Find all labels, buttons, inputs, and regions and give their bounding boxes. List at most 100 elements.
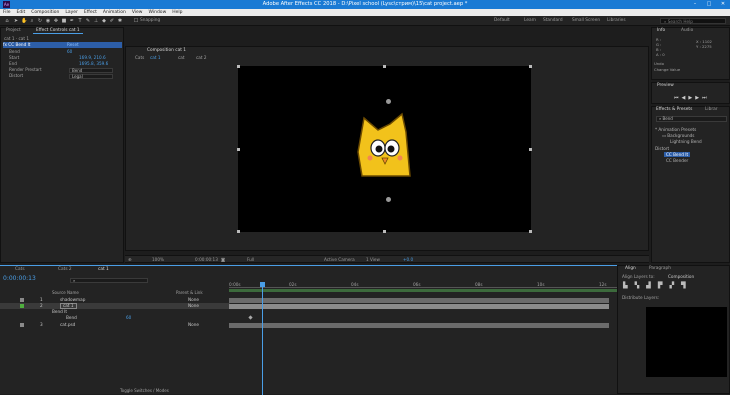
tab-timeline-cats-2[interactable]: Cats 2 xyxy=(55,267,75,273)
bend-end-point[interactable] xyxy=(386,197,391,202)
home-icon[interactable]: ⌂ xyxy=(4,18,10,24)
tree-cc-bender[interactable]: CC Bender xyxy=(666,158,688,163)
resolution-select[interactable]: Full xyxy=(247,257,254,263)
align-to-select[interactable]: Composition xyxy=(668,274,694,280)
search-help-input[interactable]: ⌕ Search Help xyxy=(660,18,726,24)
effects-search-input[interactable]: ⌕ Bend xyxy=(656,116,727,122)
layer-parent[interactable]: None xyxy=(188,322,199,328)
tab-audio[interactable]: Audio xyxy=(678,28,696,34)
tab-info[interactable]: Info xyxy=(654,28,668,34)
layer-bar-2[interactable] xyxy=(229,304,609,309)
menu-animation[interactable]: Animation xyxy=(100,9,129,16)
close-icon[interactable]: ✕ xyxy=(716,0,730,9)
align-bottom-icon[interactable]: ▜ xyxy=(681,282,693,289)
type-tool-icon[interactable]: T xyxy=(77,18,83,24)
menu-effect[interactable]: Effect xyxy=(81,9,100,16)
menu-help[interactable]: Help xyxy=(169,9,185,16)
prop-value[interactable]: 60 xyxy=(126,315,131,321)
align-left-icon[interactable]: ▙ xyxy=(623,282,635,289)
menu-window[interactable]: Window xyxy=(146,9,170,16)
work-area-bar[interactable] xyxy=(229,289,617,292)
align-middle-icon[interactable]: ▞ xyxy=(670,282,682,289)
maximize-icon[interactable]: □ xyxy=(702,0,716,9)
transform-handle[interactable] xyxy=(237,230,240,233)
eraser-tool-icon[interactable]: ◆ xyxy=(101,18,107,24)
magnifier-icon[interactable]: ⊕ xyxy=(128,257,132,263)
last-frame-icon[interactable]: ⏭ xyxy=(702,95,710,101)
cat-character[interactable] xyxy=(356,112,416,182)
layer-bar-1[interactable] xyxy=(229,298,609,303)
distort-select[interactable]: Legal xyxy=(69,74,113,79)
transform-handle[interactable] xyxy=(529,148,532,151)
snapping-checkbox-icon[interactable]: ☐ xyxy=(133,18,139,24)
workspace-default[interactable]: Default xyxy=(494,18,510,23)
tab-timeline-cats[interactable]: Cats xyxy=(12,267,28,273)
menu-composition[interactable]: Composition xyxy=(28,9,62,16)
transform-handle[interactable] xyxy=(529,230,532,233)
menu-view[interactable]: View xyxy=(129,9,146,16)
tab-paragraph[interactable]: Paragraph xyxy=(646,266,674,272)
tab-project[interactable]: Project xyxy=(3,28,24,34)
align-top-icon[interactable]: ▛ xyxy=(658,282,670,289)
tab-effects-presets[interactable]: Effects & Presets xyxy=(653,107,695,113)
first-frame-icon[interactable]: ⏮ xyxy=(674,95,682,101)
breadcrumb-cats[interactable]: Cats xyxy=(135,55,144,61)
align-center-icon[interactable]: ▚ xyxy=(635,282,647,289)
puppet-tool-icon[interactable]: ✱ xyxy=(117,18,123,24)
transform-handle[interactable] xyxy=(383,230,386,233)
breadcrumb-cat[interactable]: cat xyxy=(178,55,185,61)
transform-handle[interactable] xyxy=(383,65,386,68)
render-prestart-select[interactable]: Bend xyxy=(69,68,113,73)
minimize-icon[interactable]: – xyxy=(688,0,702,9)
tab-libraries[interactable]: Librar xyxy=(702,107,720,113)
tab-composition[interactable]: Composition cat 1 xyxy=(144,48,189,54)
workspace-small-screen[interactable]: Small Screen xyxy=(572,18,600,23)
tab-effect-controls[interactable]: Effect Controls cat 1 xyxy=(33,28,83,34)
tree-cc-bend-it[interactable]: CC Bend It xyxy=(664,152,691,157)
menu-layer[interactable]: Layer xyxy=(62,9,81,16)
time-ruler[interactable]: 0:00s 02s 04s 06s 08s 10s 12s xyxy=(229,282,617,288)
transform-handle[interactable] xyxy=(237,65,240,68)
menu-edit[interactable]: Edit xyxy=(14,9,29,16)
timeline-timecode[interactable]: 0:00:00:13 xyxy=(3,276,36,282)
camera-tool-icon[interactable]: ◉ xyxy=(45,18,51,24)
tab-timeline-cat-1[interactable]: cat 1 xyxy=(95,267,112,273)
brush-tool-icon[interactable]: ✎ xyxy=(85,18,91,24)
exposure-value[interactable]: +0.0 xyxy=(403,257,413,263)
tree-backgrounds[interactable]: ▭ Backgrounds xyxy=(662,133,694,138)
selection-tool-icon[interactable]: ➤ xyxy=(13,18,19,24)
zoom-select[interactable]: 100% xyxy=(152,257,164,263)
breadcrumb-cat-2[interactable]: cat 2 xyxy=(196,55,207,61)
menu-file[interactable]: File xyxy=(0,9,14,16)
zoom-tool-icon[interactable]: ⌕ xyxy=(29,18,35,24)
transform-handle[interactable] xyxy=(529,65,532,68)
tree-animation-presets[interactable]: * Animation Presets xyxy=(655,127,696,132)
clone-stamp-tool-icon[interactable]: ⊥ xyxy=(93,18,99,24)
workspace-learn[interactable]: Learn xyxy=(524,18,536,23)
layer-prop-row[interactable]: Bend 60 xyxy=(0,315,230,321)
hand-tool-icon[interactable]: ✋ xyxy=(21,18,27,24)
keyframe-icon[interactable] xyxy=(248,315,253,320)
snapshot-icon[interactable]: ◙ xyxy=(221,257,225,263)
rotate-tool-icon[interactable]: ↻ xyxy=(37,18,43,24)
pen-tool-icon[interactable]: ✒ xyxy=(69,18,75,24)
timecode-display[interactable]: 0:00:00:13 xyxy=(195,257,218,263)
tab-align[interactable]: Align xyxy=(622,266,639,272)
prop-bend-value[interactable]: 60 xyxy=(67,49,72,55)
prop-end-value[interactable]: 1695.8, 359.6 xyxy=(79,61,108,67)
roto-brush-tool-icon[interactable]: ✐ xyxy=(109,18,115,24)
playhead-handle[interactable] xyxy=(260,282,265,287)
workspace-libraries[interactable]: Libraries xyxy=(607,18,626,23)
camera-select[interactable]: Active Camera xyxy=(324,257,355,263)
bend-start-point[interactable] xyxy=(386,99,391,104)
views-select[interactable]: 1 View xyxy=(366,257,380,263)
layer-bar-3[interactable] xyxy=(229,323,609,328)
rectangle-tool-icon[interactable]: ■ xyxy=(61,18,67,24)
tree-distort[interactable]: Distort xyxy=(655,146,669,151)
workspace-standard[interactable]: Standard xyxy=(543,18,563,23)
reset-link[interactable]: Reset xyxy=(67,42,79,48)
effect-header[interactable]: fx CC Bend It Reset xyxy=(3,42,122,48)
breadcrumb-cat-1[interactable]: cat 1 xyxy=(150,55,161,61)
tree-lightning-bend[interactable]: Lightning Bend xyxy=(670,139,702,144)
pan-behind-tool-icon[interactable]: ✥ xyxy=(53,18,59,24)
